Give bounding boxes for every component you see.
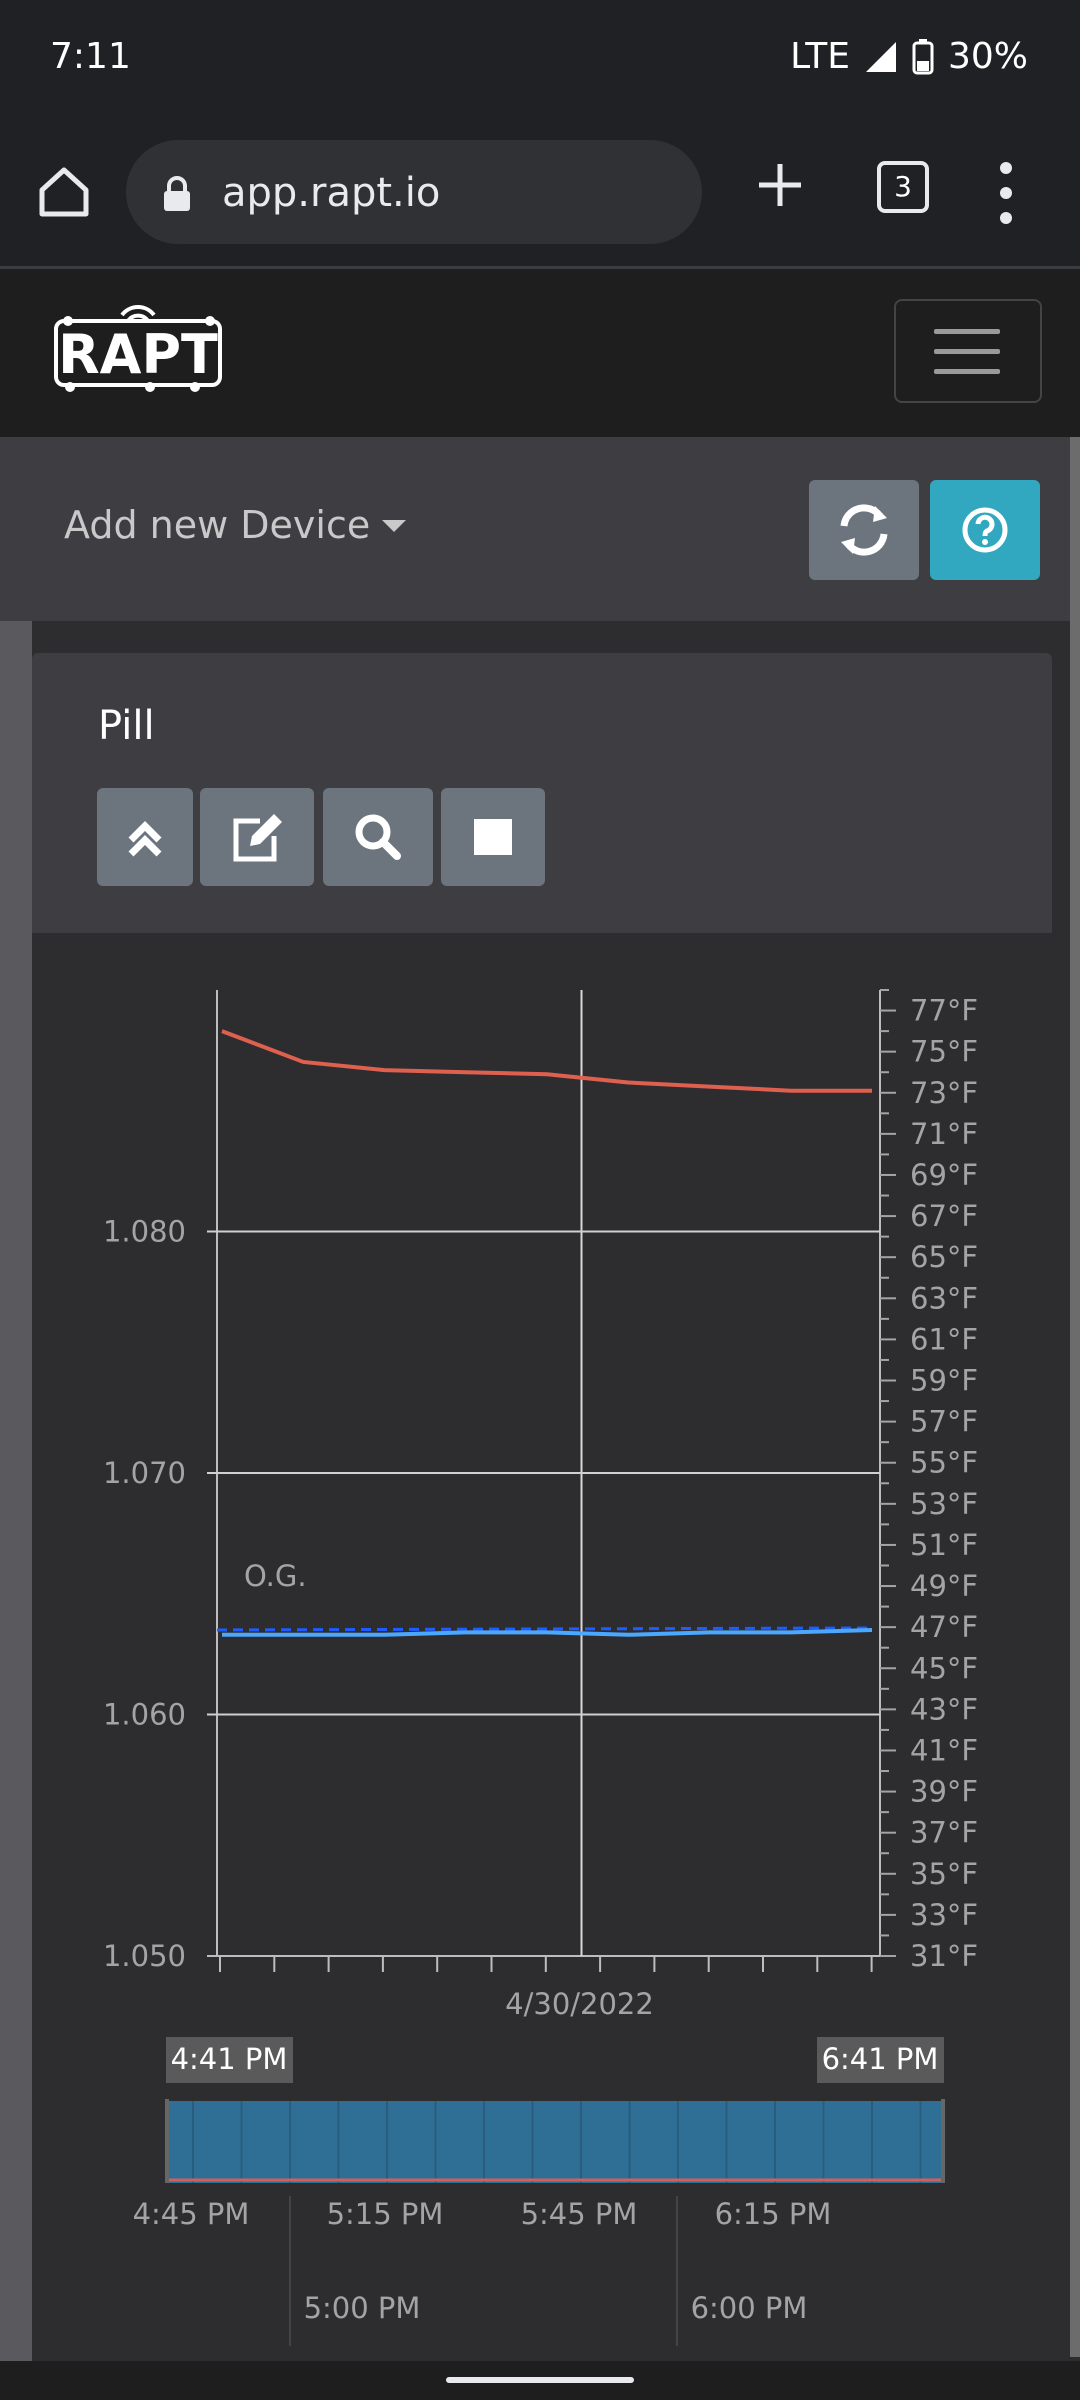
navigator-left-handle <box>165 2099 169 2183</box>
temp-tick-label: 61°F <box>910 1322 978 1356</box>
temp-tick-label: 69°F <box>910 1158 978 1192</box>
temp-tick-label: 35°F <box>910 1857 978 1891</box>
navigator-tick-label: 4:45 PM <box>133 2197 250 2231</box>
temperature-series-line <box>221 1029 872 1093</box>
temp-tick-label: 31°F <box>910 1939 978 1973</box>
temp-tick-label: 45°F <box>910 1651 978 1685</box>
navigator-major-label: 6:00 PM <box>691 2291 808 2325</box>
range-end-label: 6:41 PM <box>822 2042 939 2076</box>
temp-tick-label: 51°F <box>910 1528 978 1562</box>
gravity-tick-label: 1.060 <box>103 1698 186 1732</box>
navigator-major-label: 5:00 PM <box>304 2291 421 2325</box>
home-handle[interactable] <box>446 2377 634 2383</box>
temp-tick-label: 53°F <box>910 1487 978 1521</box>
range-start-label: 4:41 PM <box>171 2042 288 2076</box>
system-nav-bar <box>0 2361 1080 2400</box>
gravity-tick-label: 1.050 <box>103 1939 186 1973</box>
temp-tick-label: 41°F <box>910 1733 978 1767</box>
temp-tick-label: 49°F <box>910 1569 978 1603</box>
temp-tick-label: 33°F <box>910 1898 978 1932</box>
og-line <box>216 1626 873 1632</box>
gravity-tick-label: 1.080 <box>103 1215 186 1249</box>
navigator-tick-label: 5:15 PM <box>327 2197 444 2231</box>
temp-tick-label: 67°F <box>910 1199 978 1233</box>
temp-tick-label: 65°F <box>910 1240 978 1274</box>
temp-tick-label: 57°F <box>910 1405 978 1439</box>
x-date-label: 4/30/2022 <box>505 1987 654 2021</box>
temp-tick-label: 43°F <box>910 1692 978 1726</box>
temp-tick-label: 47°F <box>910 1610 978 1644</box>
navigator-right-handle <box>941 2099 945 2183</box>
temp-tick-label: 77°F <box>910 994 978 1028</box>
temp-tick-label: 75°F <box>910 1035 978 1069</box>
temp-tick-label: 59°F <box>910 1364 978 1398</box>
og-label: O.G. <box>244 1559 307 1593</box>
gravity-temperature-chart: 4/30/2022 1.050 1.060 1.070 1.080 31°F 33°F 35°… <box>103 989 978 2346</box>
temp-tick-label: 73°F <box>910 1076 978 1110</box>
gravity-tick-label: 1.070 <box>103 1456 186 1490</box>
temp-tick-label: 55°F <box>910 1446 978 1480</box>
navigator-tick-label: 6:15 PM <box>715 2197 832 2231</box>
range-navigator <box>167 2101 943 2183</box>
temp-tick-label: 71°F <box>910 1117 978 1151</box>
temp-tick-label: 39°F <box>910 1775 978 1809</box>
navigator-tick-label: 5:45 PM <box>521 2197 638 2231</box>
temp-tick-label: 37°F <box>910 1816 978 1850</box>
temp-tick-label: 63°F <box>910 1281 978 1315</box>
